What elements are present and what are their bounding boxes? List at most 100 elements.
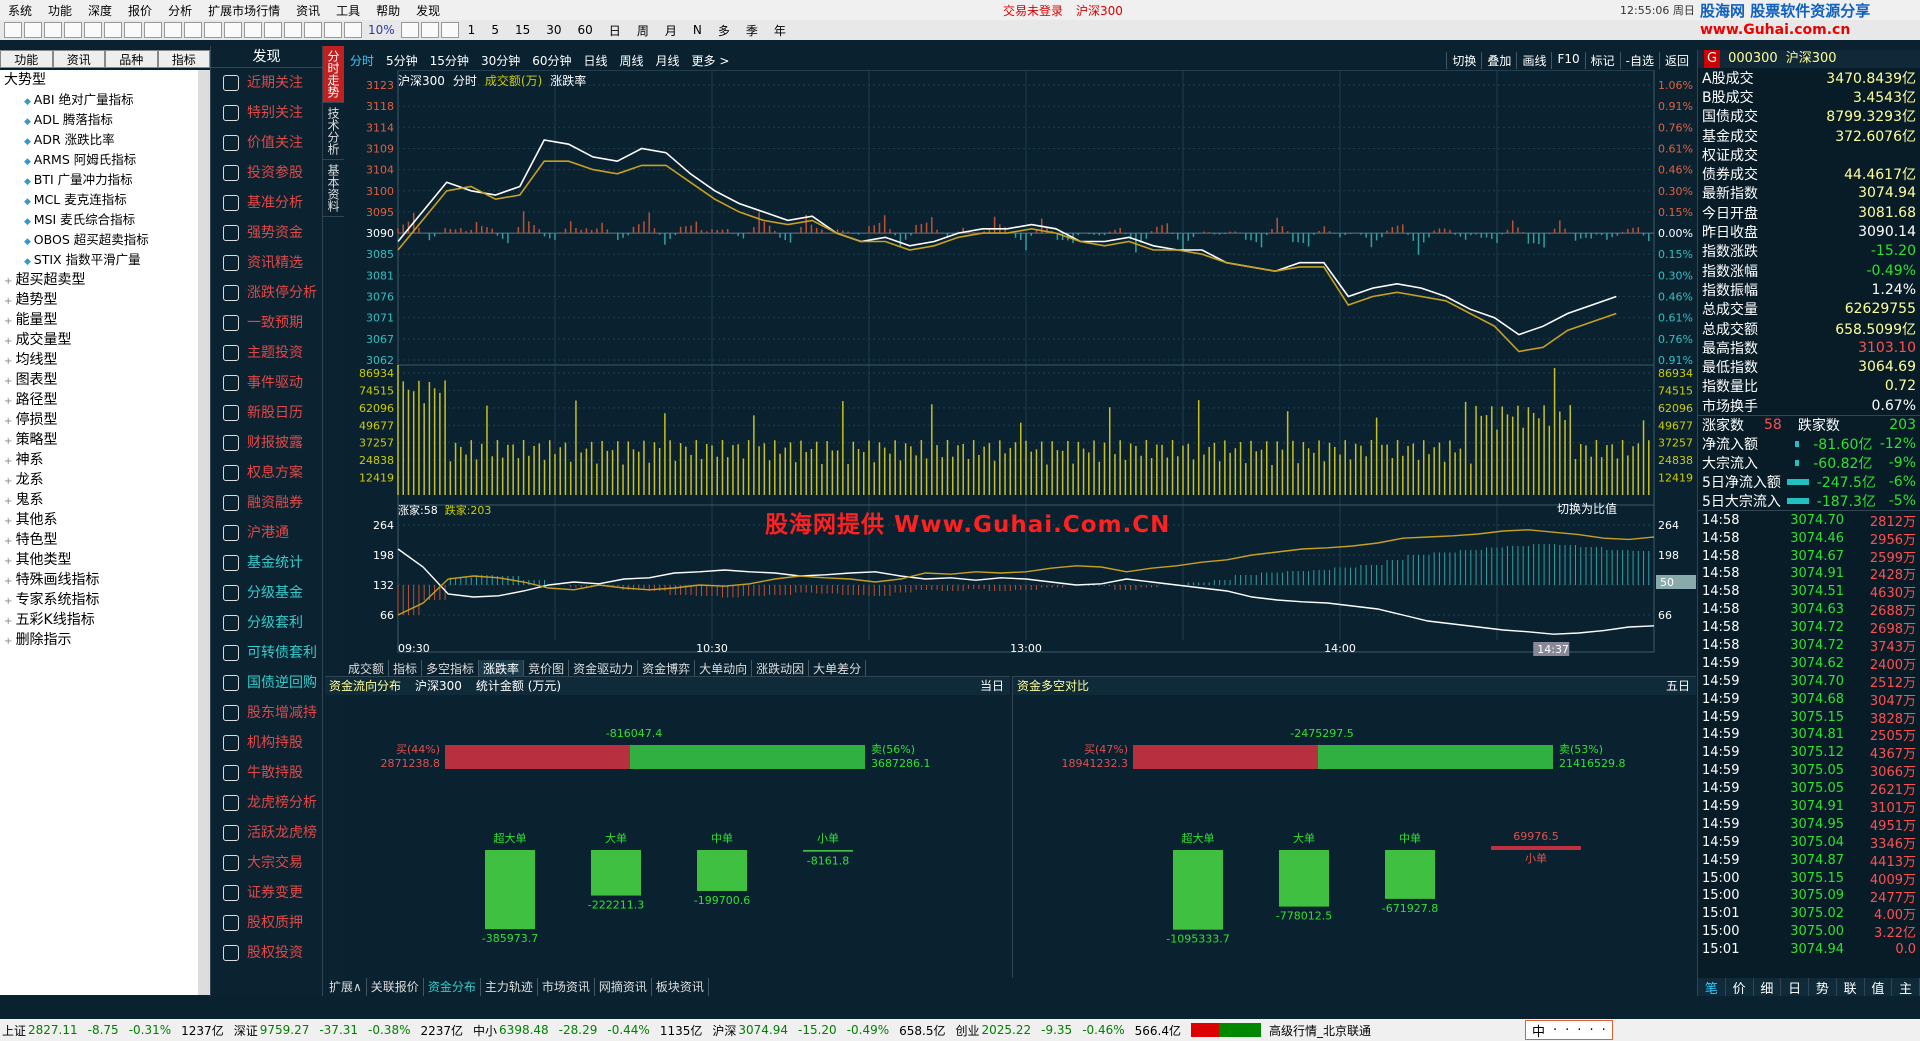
lower-tab[interactable]: 主力轨迹 (481, 978, 538, 996)
discover-item[interactable]: 融资融券 (211, 488, 322, 518)
tree-child[interactable]: MSI 麦氏综合指标 (0, 210, 198, 230)
toolbar-period[interactable]: 年 (767, 22, 793, 39)
discover-item[interactable]: 股权投资 (211, 938, 322, 968)
tree-group[interactable]: 特殊画线指标 (0, 570, 198, 590)
period-tab[interactable]: 更多 > (686, 52, 736, 69)
toolbar-period[interactable]: 日 (602, 22, 628, 39)
tree-group[interactable]: 特色型 (0, 530, 198, 550)
discover-item[interactable]: 活跃龙虎榜 (211, 818, 322, 848)
toolbar-period[interactable]: 周 (630, 22, 656, 39)
period-tab[interactable]: 周线 (614, 52, 650, 69)
tree-child[interactable]: ARMS 阿姆氏指标 (0, 150, 198, 170)
toolbar-icon[interactable] (104, 22, 122, 38)
discover-item[interactable]: 资讯精选 (211, 248, 322, 278)
toolbar-icon[interactable] (84, 22, 102, 38)
side-tab[interactable]: 基本资料 (323, 160, 344, 217)
menu-item[interactable]: 功能 (40, 2, 80, 19)
discover-item[interactable]: 分级套利 (211, 608, 322, 638)
discover-item[interactable]: 特别关注 (211, 98, 322, 128)
switch-ratio-button[interactable]: 切换为比值 (1557, 500, 1617, 517)
right-tab[interactable]: 价 (1726, 978, 1754, 997)
discover-item[interactable]: 沪港通 (211, 518, 322, 548)
toolbar-icon[interactable] (284, 22, 302, 38)
period-tab[interactable]: 分时 (344, 52, 380, 69)
discover-item[interactable]: 事件驱动 (211, 368, 322, 398)
tree-group[interactable]: 成交量型 (0, 330, 198, 350)
discover-item[interactable]: 一致预期 (211, 308, 322, 338)
tree-group[interactable]: 图表型 (0, 370, 198, 390)
discover-item[interactable]: 证券变更 (211, 878, 322, 908)
tree-group[interactable]: 删除指示 (0, 630, 198, 650)
tree-group[interactable]: 专家系统指标 (0, 590, 198, 610)
smile-icon[interactable]: · (1577, 1023, 1581, 1038)
discover-item[interactable]: 股权质押 (211, 908, 322, 938)
right-tab[interactable]: 日 (1781, 978, 1809, 997)
tree-group[interactable]: 鬼系 (0, 490, 198, 510)
toolbar-icon[interactable] (144, 22, 162, 38)
discover-item[interactable]: 强势资金 (211, 218, 322, 248)
period-tab[interactable]: 月线 (650, 52, 686, 69)
toolbar-period[interactable]: 季 (739, 22, 765, 39)
right-tab[interactable]: 值 (1865, 978, 1893, 997)
discover-item[interactable]: 国债逆回购 (211, 668, 322, 698)
menu-item[interactable]: 工具 (328, 2, 368, 19)
menu-item[interactable]: 系统 (0, 2, 40, 19)
period-tab[interactable]: 日线 (578, 52, 614, 69)
discover-item[interactable]: 权息方案 (211, 458, 322, 488)
toolbar-period[interactable]: N (686, 23, 709, 37)
tree-group[interactable]: 趋势型 (0, 290, 198, 310)
discover-item[interactable]: 可转债套利 (211, 638, 322, 668)
toolbar-period[interactable]: 1 (461, 23, 483, 37)
lower-tab[interactable]: 网摘资讯 (595, 978, 652, 996)
lower-tab[interactable]: 关联报价 (367, 978, 424, 996)
flow-period[interactable]: 当日 (980, 677, 1004, 695)
chart-button[interactable]: -自选 (1619, 51, 1659, 69)
discover-item[interactable]: 财报披露 (211, 428, 322, 458)
toolbar-icon[interactable] (440, 22, 459, 38)
left-tab[interactable]: 指标 (157, 50, 210, 68)
chart-button[interactable]: 叠加 (1481, 51, 1516, 69)
menu-item[interactable]: 深度 (80, 2, 120, 19)
tree-group[interactable]: 能量型 (0, 310, 198, 330)
right-tab[interactable]: 细 (1754, 978, 1782, 997)
dot-icon[interactable]: · (1565, 1023, 1569, 1038)
tree-child[interactable]: ADL 腾落指标 (0, 110, 198, 130)
lower-tab[interactable]: 扩展∧ (325, 978, 367, 996)
toolbar-icon[interactable] (324, 22, 342, 38)
tree-child[interactable]: ABI 绝对广量指标 (0, 90, 198, 110)
right-tab[interactable]: 主 (1892, 978, 1920, 997)
toolbar-icon[interactable] (304, 22, 322, 38)
tree-child[interactable]: ADR 涨跌比率 (0, 130, 198, 150)
discover-item[interactable]: 近期关注 (211, 68, 322, 98)
ime-mode[interactable]: 中 (1532, 1021, 1545, 1040)
tree-child[interactable]: MCL 麦克连指标 (0, 190, 198, 210)
tree-group[interactable]: 策略型 (0, 430, 198, 450)
discover-item[interactable]: 涨跌停分析 (211, 278, 322, 308)
tree-group[interactable]: 其他类型 (0, 550, 198, 570)
tree-child[interactable]: STIX 指数平滑广量 (0, 250, 198, 270)
tree-child[interactable]: BTI 广量冲力指标 (0, 170, 198, 190)
tree-group[interactable]: 五彩K线指标 (0, 610, 198, 630)
left-tab[interactable]: 功能 (0, 50, 53, 68)
discover-item[interactable]: 基金统计 (211, 548, 322, 578)
toolbar-icon[interactable] (400, 22, 419, 38)
discover-item[interactable]: 股东增减持 (211, 698, 322, 728)
side-tab[interactable]: 分时走势 (323, 46, 344, 103)
discover-item[interactable]: 大宗交易 (211, 848, 322, 878)
discover-item[interactable]: 机构持股 (211, 728, 322, 758)
tree-child[interactable]: OBOS 超买超卖指标 (0, 230, 198, 250)
toolbar-icon[interactable] (64, 22, 82, 38)
right-tab[interactable]: 联 (1837, 978, 1865, 997)
toolbar-icon[interactable] (164, 22, 182, 38)
menu-item[interactable]: 报价 (120, 2, 160, 19)
toolbar-icon[interactable] (184, 22, 202, 38)
toolbar-icon[interactable] (244, 22, 262, 38)
discover-item[interactable]: 投资参股 (211, 158, 322, 188)
moon-icon[interactable]: · (1553, 1023, 1557, 1038)
menu-item[interactable]: 发现 (408, 2, 448, 19)
lower-tab[interactable]: 板块资讯 (652, 978, 709, 996)
tree-group[interactable]: 龙系 (0, 470, 198, 490)
discover-item[interactable]: 基准分析 (211, 188, 322, 218)
menu-item[interactable]: 帮助 (368, 2, 408, 19)
ime-bar[interactable]: 中 · · · · · (1525, 1020, 1613, 1040)
